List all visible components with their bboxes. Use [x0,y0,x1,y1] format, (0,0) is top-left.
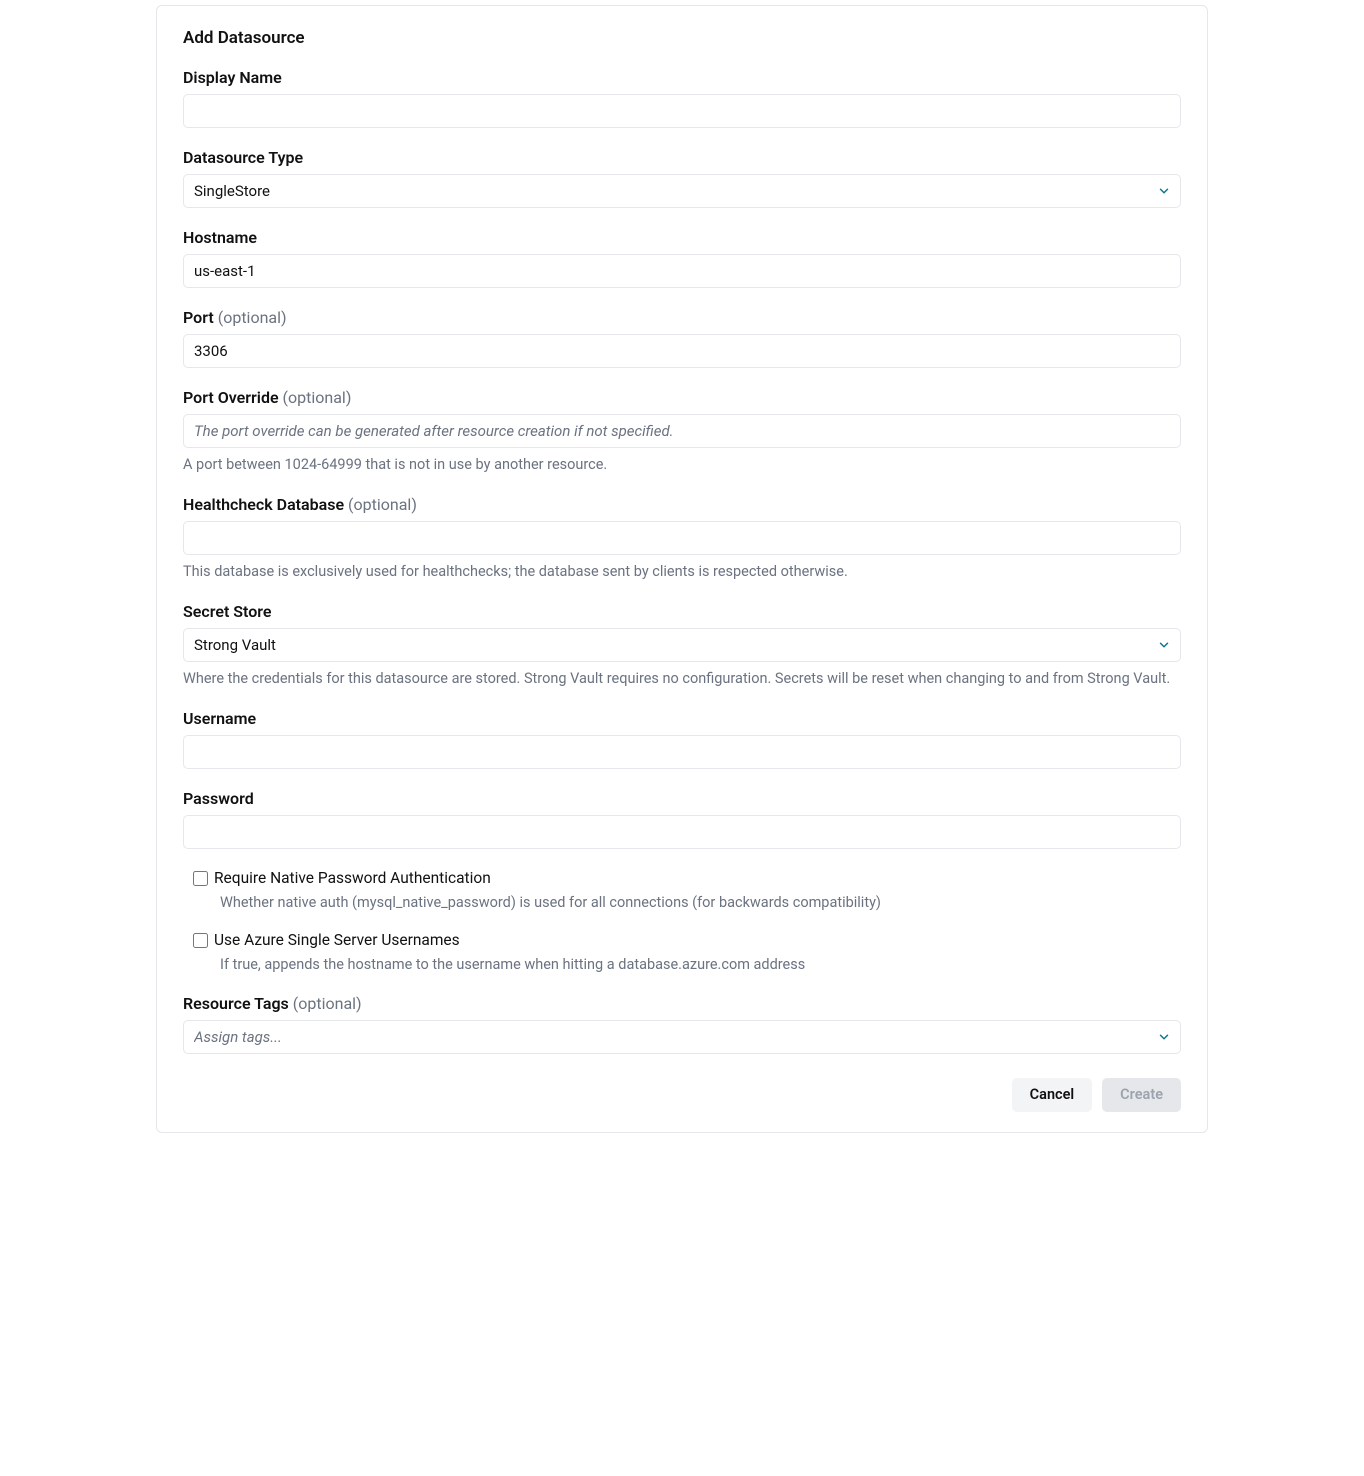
label-datasource-type: Datasource Type [183,148,1181,167]
help-require-native-auth: Whether native auth (mysql_native_passwo… [220,893,1181,913]
label-healthcheck-database-text: Healthcheck Database [183,495,344,514]
label-healthcheck-database: Healthcheck Database (optional) [183,495,1181,514]
label-healthcheck-database-optional: (optional) [348,495,417,514]
field-username: Username [183,709,1181,769]
label-resource-tags-text: Resource Tags [183,994,289,1013]
input-password[interactable] [183,815,1181,849]
label-port-override-text: Port Override [183,388,279,407]
field-resource-tags: Resource Tags (optional) [183,994,1181,1054]
label-require-native-auth[interactable]: Require Native Password Authentication [214,869,491,887]
input-healthcheck-database[interactable] [183,521,1181,555]
label-port-override-optional: (optional) [283,388,352,407]
input-resource-tags[interactable] [183,1020,1181,1054]
label-resource-tags: Resource Tags (optional) [183,994,1181,1013]
input-port-override[interactable] [183,414,1181,448]
input-username[interactable] [183,735,1181,769]
input-hostname[interactable] [183,254,1181,288]
field-datasource-type: Datasource Type [183,148,1181,208]
input-display-name[interactable] [183,94,1181,128]
field-require-native-auth: Require Native Password Authentication W… [193,869,1181,913]
checkbox-use-azure-usernames[interactable] [193,933,208,948]
label-secret-store: Secret Store [183,602,1181,621]
select-secret-store[interactable] [183,628,1181,662]
select-secret-store-value[interactable] [183,628,1181,662]
select-datasource-type[interactable] [183,174,1181,208]
select-resource-tags[interactable] [183,1020,1181,1054]
label-port-override: Port Override (optional) [183,388,1181,407]
label-hostname: Hostname [183,228,1181,247]
field-healthcheck-database: Healthcheck Database (optional) This dat… [183,495,1181,582]
label-username: Username [183,709,1181,728]
field-password: Password [183,789,1181,849]
create-button[interactable]: Create [1102,1078,1181,1112]
button-row: Cancel Create [183,1078,1181,1112]
field-port-override: Port Override (optional) A port between … [183,388,1181,475]
field-hostname: Hostname [183,228,1181,288]
help-healthcheck-database: This database is exclusively used for he… [183,561,1181,582]
field-secret-store: Secret Store Where the credentials for t… [183,602,1181,689]
field-display-name: Display Name [183,68,1181,128]
field-use-azure-usernames: Use Azure Single Server Usernames If tru… [193,931,1181,975]
checkbox-require-native-auth[interactable] [193,871,208,886]
help-secret-store: Where the credentials for this datasourc… [183,668,1181,689]
label-port-text: Port [183,308,214,327]
label-password: Password [183,789,1181,808]
label-use-azure-usernames[interactable]: Use Azure Single Server Usernames [214,931,460,949]
label-resource-tags-optional: (optional) [293,994,362,1013]
help-port-override: A port between 1024-64999 that is not in… [183,454,1181,475]
form-title: Add Datasource [183,28,1181,48]
add-datasource-panel: Add Datasource Display Name Datasource T… [156,5,1208,1133]
help-use-azure-usernames: If true, appends the hostname to the use… [220,955,1181,975]
cancel-button[interactable]: Cancel [1012,1078,1093,1112]
input-port[interactable] [183,334,1181,368]
label-port: Port (optional) [183,308,1181,327]
label-port-optional: (optional) [218,308,287,327]
select-datasource-type-value[interactable] [183,174,1181,208]
label-display-name: Display Name [183,68,1181,87]
field-port: Port (optional) [183,308,1181,368]
